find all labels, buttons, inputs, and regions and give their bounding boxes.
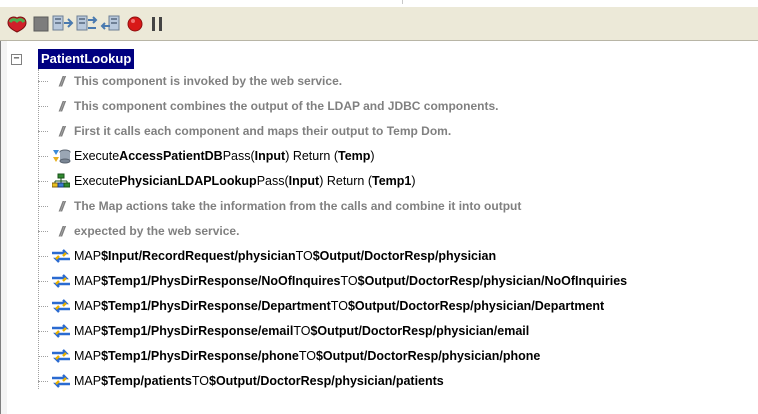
step-into-icon xyxy=(52,15,74,31)
database-icon xyxy=(51,148,71,164)
closing-paren: ) xyxy=(411,174,416,188)
breakpoint-icon xyxy=(127,16,143,32)
tree-node-execute[interactable]: Execute PhysicianLDAPLookup Pass(Input) … xyxy=(38,171,416,191)
tree-node-map[interactable]: MAP $Temp1/PhysDirResponse/NoOfInquires … xyxy=(38,271,627,291)
map-keyword: MAP xyxy=(74,349,102,363)
comment-icon: // xyxy=(59,98,65,114)
tree-node-comment[interactable]: // This component is invoked by the web … xyxy=(38,71,342,91)
tree-node-comment[interactable]: // First it calls each component and map… xyxy=(38,121,451,141)
collapse-toggle[interactable]: − xyxy=(11,54,22,65)
map-source: $Input/RecordRequest/physician xyxy=(101,249,296,263)
comment-icon: // xyxy=(59,123,65,139)
map-arrows-icon xyxy=(51,248,71,264)
breakpoint-button[interactable] xyxy=(124,13,146,35)
map-arrows-icon xyxy=(51,323,71,339)
tree-node-comment[interactable]: // This component combines the output of… xyxy=(38,96,498,116)
pass-keyword: Pass( xyxy=(222,149,255,163)
map-keyword: MAP xyxy=(74,274,102,288)
comment-icon: // xyxy=(59,198,65,214)
map-source: $Temp1/PhysDirResponse/email xyxy=(101,324,294,338)
to-keyword: TO xyxy=(340,274,358,288)
return-value: Temp xyxy=(337,149,371,163)
to-keyword: TO xyxy=(293,324,311,338)
map-destination: $Output/DoctorResp/physician/email xyxy=(310,324,530,338)
comment-icon: // xyxy=(59,73,65,89)
map-source: $Temp1/PhysDirResponse/phone xyxy=(101,349,299,363)
map-keyword: MAP xyxy=(74,249,102,263)
map-destination: $Output/DoctorResp/physician/NoOfInquiri… xyxy=(357,274,628,288)
pass-value: Input xyxy=(288,174,320,188)
pass-keyword: Pass( xyxy=(256,174,289,188)
pause-icon xyxy=(152,17,162,31)
component-name: AccessPatientDB xyxy=(119,149,223,163)
to-keyword: TO xyxy=(298,349,316,363)
execute-keyword: Execute xyxy=(74,174,120,188)
map-destination: $Output/DoctorResp/physician/Department xyxy=(347,299,605,313)
stop-icon xyxy=(33,16,49,32)
closing-paren: ) xyxy=(370,149,375,163)
pass-value: Input xyxy=(254,149,286,163)
comment-text: First it calls each component and maps t… xyxy=(74,124,452,138)
pause-button[interactable] xyxy=(146,13,168,35)
step-into-button[interactable] xyxy=(52,13,74,35)
map-keyword: MAP xyxy=(74,324,102,338)
tree-node-map[interactable]: MAP $Input/RecordRequest/physician TO $O… xyxy=(38,246,496,266)
tree-node-map[interactable]: MAP $Temp/patients TO $Output/DoctorResp… xyxy=(38,371,444,391)
stop-button[interactable] xyxy=(30,13,52,35)
to-keyword: TO xyxy=(330,299,348,313)
map-source: $Temp1/PhysDirResponse/NoOfInquires xyxy=(101,274,341,288)
tree-node-execute[interactable]: Execute AccessPatientDB Pass(Input) Retu… xyxy=(38,146,375,166)
map-keyword: MAP xyxy=(74,299,102,313)
map-destination: $Output/DoctorResp/physician xyxy=(312,249,497,263)
top-strip xyxy=(0,0,758,7)
comment-text: The Map actions take the information fro… xyxy=(74,199,522,213)
step-over-button[interactable] xyxy=(76,13,98,35)
map-destination: $Output/DoctorResp/physician/phone xyxy=(315,349,541,363)
step-out-button[interactable] xyxy=(100,13,122,35)
to-keyword: TO xyxy=(191,374,209,388)
map-arrows-icon xyxy=(51,348,71,364)
tree-node-comment[interactable]: // The Map actions take the information … xyxy=(38,196,521,216)
map-source: $Temp1/PhysDirResponse/Department xyxy=(101,299,331,313)
map-arrows-icon xyxy=(51,373,71,389)
run-icon xyxy=(7,16,27,33)
map-source: $Temp/patients xyxy=(101,374,192,388)
comment-text: expected by the web service. xyxy=(74,224,240,238)
tree-node-comment[interactable]: // expected by the web service. xyxy=(38,221,239,241)
comment-icon: // xyxy=(59,223,65,239)
action-tree: − PatientLookup // This component is inv… xyxy=(0,41,758,414)
return-keyword: ) Return ( xyxy=(319,174,372,188)
map-keyword: MAP xyxy=(74,374,102,388)
component-name: PhysicianLDAPLookup xyxy=(119,174,257,188)
map-destination: $Output/DoctorResp/physician/patients xyxy=(209,374,444,388)
comment-text: This component is invoked by the web ser… xyxy=(74,74,343,88)
comment-text: This component combines the output of th… xyxy=(74,99,499,113)
map-arrows-icon xyxy=(51,273,71,289)
to-keyword: TO xyxy=(295,249,313,263)
splitter-mark xyxy=(402,0,403,4)
step-out-icon xyxy=(100,15,120,31)
step-over-icon xyxy=(76,15,98,31)
tree-node-map[interactable]: MAP $Temp1/PhysDirResponse/email TO $Out… xyxy=(38,321,529,341)
return-keyword: ) Return ( xyxy=(285,149,338,163)
tree-gutter xyxy=(1,41,7,414)
tree-node-map[interactable]: MAP $Temp1/PhysDirResponse/Department TO… xyxy=(38,296,604,316)
ldap-network-icon xyxy=(51,173,71,189)
run-button[interactable] xyxy=(6,13,28,35)
tree-root-patientlookup[interactable]: PatientLookup xyxy=(38,49,135,69)
map-arrows-icon xyxy=(51,298,71,314)
execute-keyword: Execute xyxy=(74,149,120,163)
tree-node-map[interactable]: MAP $Temp1/PhysDirResponse/phone TO $Out… xyxy=(38,346,540,366)
toolbar xyxy=(0,7,758,41)
return-value: Temp1 xyxy=(372,174,412,188)
